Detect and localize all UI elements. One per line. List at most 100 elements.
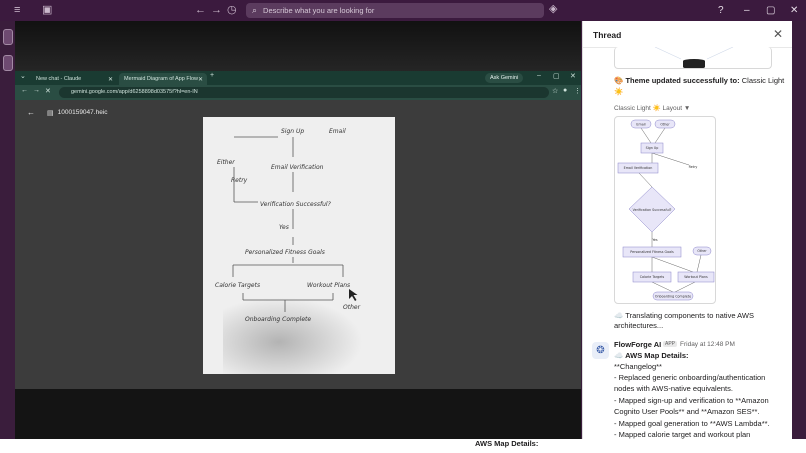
search-icon: ⌕ bbox=[252, 5, 258, 15]
back-arrow-icon[interactable]: ← bbox=[21, 87, 28, 94]
viewer-bottom-strip bbox=[15, 389, 581, 439]
ask-gemini-button[interactable]: Ask Gemini bbox=[485, 73, 524, 83]
search-input[interactable]: ⌕ Describe what you are looking for bbox=[246, 3, 544, 18]
palette-icon: 🎨 bbox=[614, 76, 624, 85]
slack-titlebar: ≡ ▣ ← → ◷ ⌕ Describe what you are lookin… bbox=[0, 0, 806, 21]
underlying-slack-content: AWS Map Details: bbox=[0, 439, 806, 453]
close-icon[interactable]: ✕ bbox=[773, 27, 783, 41]
sketch-label-calorie-targets: Calorie Targets bbox=[215, 282, 260, 289]
changelog-line: nodes with AWS-native equivalents. bbox=[614, 384, 733, 393]
flow-diagram: Email Other Sign Up Email Verification R… bbox=[617, 119, 715, 301]
diagram-node-calorie: Calorie Targets bbox=[640, 275, 665, 279]
changelog-line: - Mapped sign-up and verification to **A… bbox=[614, 396, 769, 405]
chrome-tab-strip: ⌄ New chat - Claude ✕ Mermaid Diagram of… bbox=[15, 71, 581, 85]
address-bar[interactable]: gemini.google.com/app/d6258898d03575f?hl… bbox=[59, 87, 549, 98]
sketch-photo: Sign Up Email Email Verification Either … bbox=[203, 117, 395, 374]
file-name: 1000159047.heic bbox=[57, 109, 108, 116]
tab-label: Mermaid Diagram of App Flow bbox=[124, 76, 198, 82]
minimize-icon[interactable]: – bbox=[744, 0, 750, 21]
diagram-node-goals: Personalized Fitness Goals bbox=[630, 250, 674, 254]
back-arrow-icon[interactable]: ← bbox=[195, 0, 206, 21]
tab-search-icon[interactable]: ⌄ bbox=[20, 72, 26, 80]
extension-icon[interactable]: ◈ bbox=[549, 0, 561, 15]
maximize-icon[interactable]: ▢ bbox=[766, 0, 775, 21]
image-file-icon: ▤ bbox=[47, 109, 54, 117]
diagram-edge-retry: Retry bbox=[689, 165, 698, 169]
diagram-node-onboarding: Onboarding Complete bbox=[655, 295, 691, 299]
caret-down-icon[interactable]: ▼ bbox=[684, 105, 690, 112]
translating-message: ☁️ Translating components to native AWS … bbox=[614, 311, 754, 330]
sketch-label-signup: Sign Up bbox=[281, 128, 304, 135]
thread-title: Thread bbox=[593, 30, 622, 40]
layout-label: Classic Light ☀️ Layout bbox=[614, 105, 683, 112]
close-tab-icon[interactable]: ✕ bbox=[108, 76, 113, 83]
menu-icon[interactable]: ≡ bbox=[14, 0, 20, 21]
layout-attachment-label[interactable]: Classic Light ☀️ Layout ▼ bbox=[614, 104, 690, 112]
close-tab-icon[interactable]: ✕ bbox=[198, 76, 203, 83]
profile-icon[interactable]: ● bbox=[563, 87, 567, 94]
search-placeholder: Describe what you are looking for bbox=[263, 6, 375, 15]
sketch-label-retry: Retry bbox=[231, 177, 248, 184]
message-timestamp[interactable]: Friday at 12:48 PM bbox=[680, 341, 735, 348]
workspace-icon[interactable] bbox=[3, 55, 13, 71]
new-tab-icon[interactable]: + bbox=[210, 72, 214, 79]
diagram-node-email-verification: Email Verification bbox=[624, 166, 653, 170]
sidebar-toggle-icon[interactable]: ▣ bbox=[42, 0, 52, 21]
diagram-node-other: Other bbox=[660, 123, 670, 127]
close-window-icon[interactable]: ✕ bbox=[790, 0, 798, 21]
forward-arrow-icon[interactable]: → bbox=[211, 0, 222, 21]
aws-map-heading: ☁️ AWS Map Details: bbox=[614, 351, 689, 360]
forward-arrow-icon[interactable]: → bbox=[33, 87, 40, 94]
bookmark-icon[interactable]: ☆ bbox=[552, 87, 558, 95]
diagram-node-signup: Sign Up bbox=[646, 146, 659, 150]
tab-label: New chat - Claude bbox=[36, 76, 82, 82]
back-arrow-icon[interactable]: ← bbox=[27, 108, 35, 117]
help-icon[interactable]: ? bbox=[718, 0, 724, 21]
more-icon[interactable]: ⋮ bbox=[574, 87, 581, 95]
sketch-label-onboarding-complete: Onboarding Complete bbox=[245, 316, 311, 323]
tab-claude[interactable]: New chat - Claude ✕ bbox=[31, 73, 117, 85]
minimize-icon[interactable]: – bbox=[537, 72, 541, 79]
diagram-node-workout: Workout Plans bbox=[684, 275, 708, 279]
theme-value: Classic Light bbox=[741, 76, 785, 85]
chrome-toolbar: ← → ✕ gemini.google.com/app/d6258898d035… bbox=[15, 85, 581, 100]
app-badge: APP bbox=[663, 341, 678, 347]
changelog-line: **Changelog** bbox=[614, 362, 662, 371]
reload-icon[interactable]: ✕ bbox=[45, 87, 51, 95]
changelog-line: - Mapped goal generation to **AWS Lambda… bbox=[614, 419, 770, 428]
thread-header: Thread ✕ bbox=[583, 21, 792, 48]
changelog-line: Cognito User Pools** and **Amazon SES**. bbox=[614, 407, 760, 416]
sketch-label-email: Email bbox=[329, 128, 346, 135]
tab-mermaid[interactable]: Mermaid Diagram of App Flow ✕ bbox=[119, 73, 207, 85]
diagram-edge-yes: Yes bbox=[652, 238, 658, 242]
sketch-label-yes: Yes bbox=[279, 224, 289, 231]
changelog-line: - Mapped calorie target and workout plan bbox=[614, 430, 751, 439]
url-text: gemini.google.com/app/d6258898d03575f?hl… bbox=[71, 89, 198, 95]
right-gutter bbox=[792, 21, 806, 439]
flowforge-logo-icon: ❂ bbox=[596, 345, 605, 356]
viewer-top-fade bbox=[15, 21, 581, 71]
thread-panel: Thread ✕ 🎨 Theme updated successfully to… bbox=[582, 21, 792, 439]
sketch-label-goals: Personalized Fitness Goals bbox=[245, 249, 325, 256]
sketch-drawing: Sign Up Email Email Verification Either … bbox=[215, 128, 361, 323]
theme-msg-bold: Theme updated successfully to: bbox=[625, 76, 740, 85]
maximize-icon[interactable]: ▢ bbox=[553, 72, 560, 80]
sun-emoji: ☀️ bbox=[614, 87, 624, 96]
diagram-node-verification: Verification Successful? bbox=[633, 208, 672, 212]
sketch-label-workout-plans: Workout Plans bbox=[307, 282, 350, 289]
workspace-icon[interactable] bbox=[3, 29, 13, 45]
flowforge-avatar[interactable]: ❂ bbox=[592, 342, 609, 359]
sketch-label-verification-successful: Verification Successful? bbox=[260, 201, 332, 208]
theme-update-message: 🎨 Theme updated successfully to: Classic… bbox=[614, 76, 784, 86]
changelog-line: - Replaced generic onboarding/authentica… bbox=[614, 373, 766, 382]
previous-diagram-card[interactable] bbox=[614, 47, 772, 69]
history-icon[interactable]: ◷ bbox=[227, 0, 237, 21]
cursor-icon bbox=[349, 289, 358, 301]
sketch-label-either: Either bbox=[217, 159, 235, 166]
previous-diagram-preview bbox=[654, 47, 734, 68]
sender-name[interactable]: FlowForge AI bbox=[614, 340, 661, 349]
file-header: ← ▤ 1000159047.heic bbox=[27, 108, 108, 117]
workspace-rail bbox=[0, 21, 15, 453]
diagram-image-card[interactable]: Email Other Sign Up Email Verification R… bbox=[614, 116, 716, 304]
close-window-icon[interactable]: ✕ bbox=[570, 72, 576, 80]
